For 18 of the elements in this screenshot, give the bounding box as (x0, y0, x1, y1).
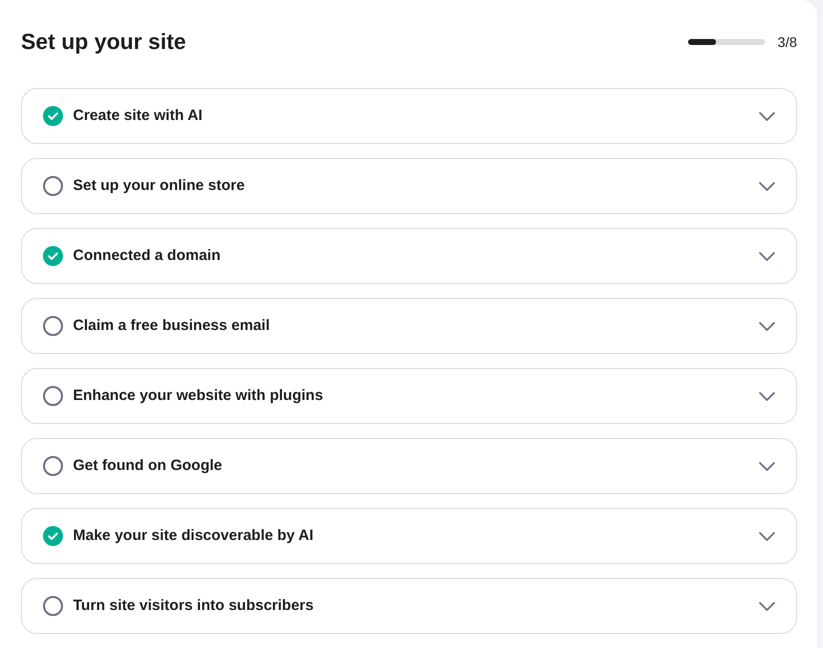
checklist-item[interactable]: Connected a domain (21, 228, 797, 284)
item-label: Connected a domain (73, 246, 222, 266)
checklist-item[interactable]: Enhance your website with plugins (21, 368, 797, 424)
checklist-item[interactable]: Turn site visitors into subscribers (21, 578, 797, 634)
progress-count: 3/8 (778, 32, 797, 52)
checklist-item[interactable]: Claim a free business email (21, 298, 797, 354)
item-label: Claim a free business email (73, 316, 271, 336)
checklist-item[interactable]: Create site with AI (21, 88, 797, 144)
item-label: Make your site discoverable by AI (73, 526, 314, 546)
item-label: Turn site visitors into subscribers (73, 596, 315, 616)
page-title: Set up your site (21, 28, 186, 56)
item-label: Create site with AI (73, 106, 204, 126)
checklist-item[interactable]: Get found on Google (21, 438, 797, 494)
item-label: Enhance your website with plugins (73, 386, 324, 406)
item-label: Set up your online store (73, 176, 246, 196)
item-label: Get found on Google (73, 456, 224, 476)
checklist-item[interactable]: Make your site discoverable by AI (21, 508, 797, 564)
checklist-item[interactable]: Set up your online store (21, 158, 797, 214)
